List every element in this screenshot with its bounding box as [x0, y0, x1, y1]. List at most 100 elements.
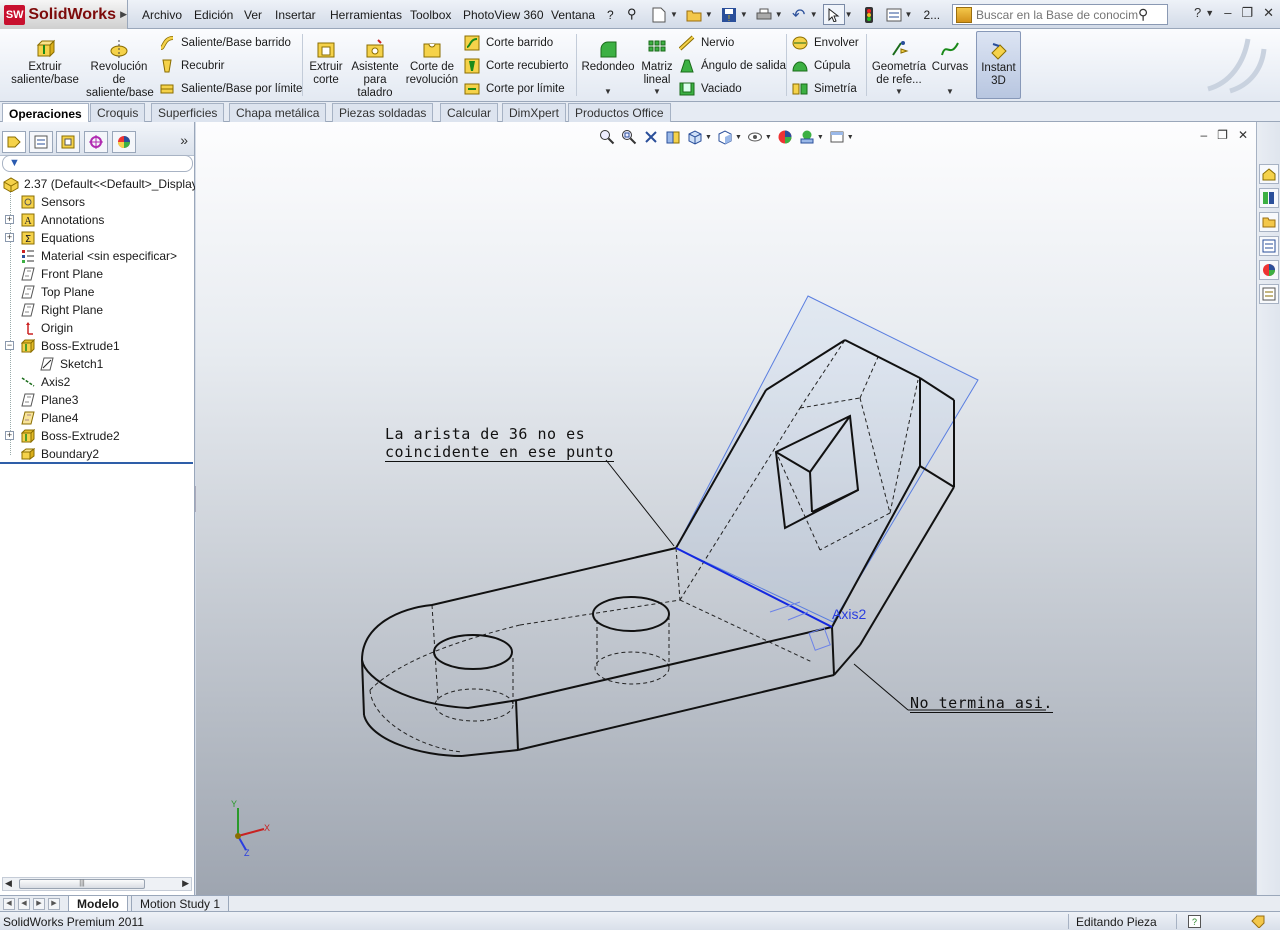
menu-herramientas[interactable]: Herramientas — [330, 8, 402, 22]
save-icon[interactable]: ! — [718, 4, 740, 25]
angulo-salida-button[interactable]: Ángulo de salida — [679, 56, 786, 76]
corte-recubierto-button[interactable]: Corte recubierto — [464, 56, 568, 76]
tree-root[interactable]: 2.37 (Default<<Default>_Display — [0, 175, 195, 193]
corte-limite-button[interactable]: Corte por límite — [464, 79, 565, 99]
tree-item-sketch1[interactable]: Sketch1 — [0, 355, 195, 373]
chevron-down-icon[interactable]: ▼ — [845, 10, 853, 19]
matriz-lineal-button[interactable]: Matriz lineal — [640, 29, 674, 87]
tree-item-plane4[interactable]: Plane4 — [0, 409, 195, 427]
menu-photoview[interactable]: PhotoView 360 — [463, 8, 544, 22]
instant3d-toggle[interactable]: Instant 3D — [976, 31, 1021, 99]
chevron-down-icon[interactable]: ▼ — [775, 10, 783, 19]
part-model-drawing[interactable] — [196, 122, 1256, 895]
chevron-down-icon[interactable]: ▼ — [604, 87, 612, 96]
tree-item-right-plane[interactable]: Right Plane — [0, 301, 195, 319]
design-library-icon[interactable] — [1259, 188, 1279, 208]
tree-item-boundary2[interactable]: Boundary2 — [0, 445, 195, 463]
envolver-button[interactable]: Envolver — [792, 33, 859, 53]
curvas-button[interactable]: Curvas — [930, 29, 970, 74]
scrollbar-thumb[interactable]: ||| — [19, 879, 145, 889]
file-explorer-icon[interactable] — [1259, 212, 1279, 232]
menu-help[interactable]: ? — [607, 8, 614, 22]
chevron-down-icon[interactable]: ▼ — [653, 87, 661, 96]
rollback-bar[interactable] — [0, 462, 193, 464]
last-tab-icon[interactable]: ▶ — [48, 898, 60, 910]
help-icon[interactable]: ? — [1194, 5, 1201, 21]
extruir-saliente-button[interactable]: Extruir saliente/base — [8, 29, 82, 87]
tree-horizontal-scrollbar[interactable]: ◀ ||| ▶ — [2, 877, 192, 891]
chevron-down-icon[interactable]: ▼ — [670, 10, 678, 19]
toolbar-overflow[interactable]: 2... — [923, 8, 940, 22]
chevron-down-icon[interactable]: ▼ — [810, 10, 818, 19]
search-input[interactable] — [976, 7, 1138, 22]
appearances-icon[interactable] — [1259, 260, 1279, 280]
tab-croquis[interactable]: Croquis — [90, 103, 146, 122]
asistente-taladro-button[interactable]: Asistente para taladro — [350, 29, 400, 100]
tree-filter[interactable]: ▼ — [2, 155, 193, 172]
tree-item-equations[interactable]: + Σ Equations — [0, 229, 195, 247]
expand-toggle[interactable]: + — [5, 215, 14, 224]
undo-icon[interactable]: ↶ — [788, 4, 810, 25]
tree-item-sensors[interactable]: Sensors — [0, 193, 195, 211]
propertymanager-tab-icon[interactable] — [29, 131, 53, 153]
next-tab-icon[interactable]: ▶ — [33, 898, 45, 910]
tree-item-material[interactable]: Material <sin especificar> — [0, 247, 195, 265]
revolucion-saliente-button[interactable]: Revolución de saliente/base — [86, 29, 154, 100]
home-resources-icon[interactable] — [1259, 164, 1279, 184]
first-tab-icon[interactable]: ◀ — [3, 898, 15, 910]
tab-piezas-soldadas[interactable]: Piezas soldadas — [332, 103, 434, 122]
tree-item-front-plane[interactable]: Front Plane — [0, 265, 195, 283]
vaciado-button[interactable]: Vaciado — [679, 79, 742, 99]
print-icon[interactable] — [753, 4, 775, 25]
minimize-icon[interactable]: – — [1224, 5, 1231, 21]
expand-toggle[interactable]: + — [5, 431, 14, 440]
menu-edicion[interactable]: Edición — [194, 8, 233, 22]
tab-superficies[interactable]: Superficies — [151, 103, 225, 122]
restore-icon[interactable]: ❐ — [1241, 5, 1253, 21]
chevron-down-icon[interactable]: ▼ — [895, 87, 903, 96]
dimxpert-tab-icon[interactable] — [84, 131, 108, 153]
axis2-label[interactable]: Axis2 — [832, 606, 866, 622]
tab-chapa-metalica[interactable]: Chapa metálica — [229, 103, 327, 122]
tab-motion-study-1[interactable]: Motion Study 1 — [131, 896, 230, 912]
corte-revolucion-button[interactable]: Corte de revolución — [404, 29, 460, 87]
tree-item-plane3[interactable]: Plane3 — [0, 391, 195, 409]
simetria-button[interactable]: Simetría — [792, 79, 857, 99]
featuremanager-tab-icon[interactable] — [2, 131, 26, 153]
rebuild-status-icon[interactable]: ? — [1187, 914, 1201, 928]
tree-item-boss-extrude2[interactable]: + Boss-Extrude2 — [0, 427, 195, 445]
tree-item-annotations[interactable]: + A Annotations — [0, 211, 195, 229]
file-properties-icon[interactable] — [883, 4, 905, 25]
new-document-icon[interactable] — [648, 4, 670, 25]
expand-toggle[interactable]: + — [5, 233, 14, 242]
tab-operaciones[interactable]: Operaciones — [2, 103, 89, 123]
cupula-button[interactable]: Cúpula — [792, 56, 850, 76]
prev-tab-icon[interactable]: ◀ — [18, 898, 30, 910]
select-pointer-icon[interactable] — [822, 4, 845, 25]
annotation-note-edge-line1[interactable]: La arista de 36 no es — [385, 425, 585, 443]
tag-icon[interactable] — [1251, 914, 1265, 928]
open-folder-icon[interactable] — [683, 4, 705, 25]
display-manager-tab-icon[interactable] — [112, 131, 136, 153]
reference-plane[interactable] — [675, 295, 979, 623]
nervio-button[interactable]: Nervio — [679, 33, 734, 53]
chevron-down-icon[interactable]: ▼ — [705, 10, 713, 19]
graphics-area[interactable]: ▼ ▼ ▼ ▼ ▼ – ❐ ✕ La arista de 36 no es co… — [196, 122, 1256, 895]
tree-item-origin[interactable]: Origin — [0, 319, 195, 337]
tree-item-axis2[interactable]: Axis2 — [0, 373, 195, 391]
saliente-barrido-button[interactable]: Saliente/Base barrido — [159, 33, 291, 53]
menu-ventana[interactable]: Ventana — [551, 8, 595, 22]
solidworks-menu-button[interactable]: SW SolidWorks ▶ — [0, 0, 128, 29]
tree-item-top-plane[interactable]: Top Plane — [0, 283, 195, 301]
menu-toolbox[interactable]: Toolbox — [410, 8, 451, 22]
chevron-down-icon[interactable]: ▼ — [740, 10, 748, 19]
chevron-down-icon[interactable]: ▼ — [1205, 8, 1214, 21]
saliente-limite-button[interactable]: Saliente/Base por límite — [159, 79, 302, 99]
tree-item-boss-extrude1[interactable]: − Boss-Extrude1 — [0, 337, 195, 355]
extruir-corte-button[interactable]: Extruir corte — [306, 29, 346, 87]
menu-insertar[interactable]: Insertar — [275, 8, 316, 22]
search-icon[interactable]: ⚲ — [1138, 6, 1148, 23]
redondeo-button[interactable]: Redondeo — [580, 29, 636, 74]
pin-icon[interactable]: ⚲ — [627, 6, 637, 22]
tab-modelo[interactable]: Modelo — [68, 896, 128, 912]
